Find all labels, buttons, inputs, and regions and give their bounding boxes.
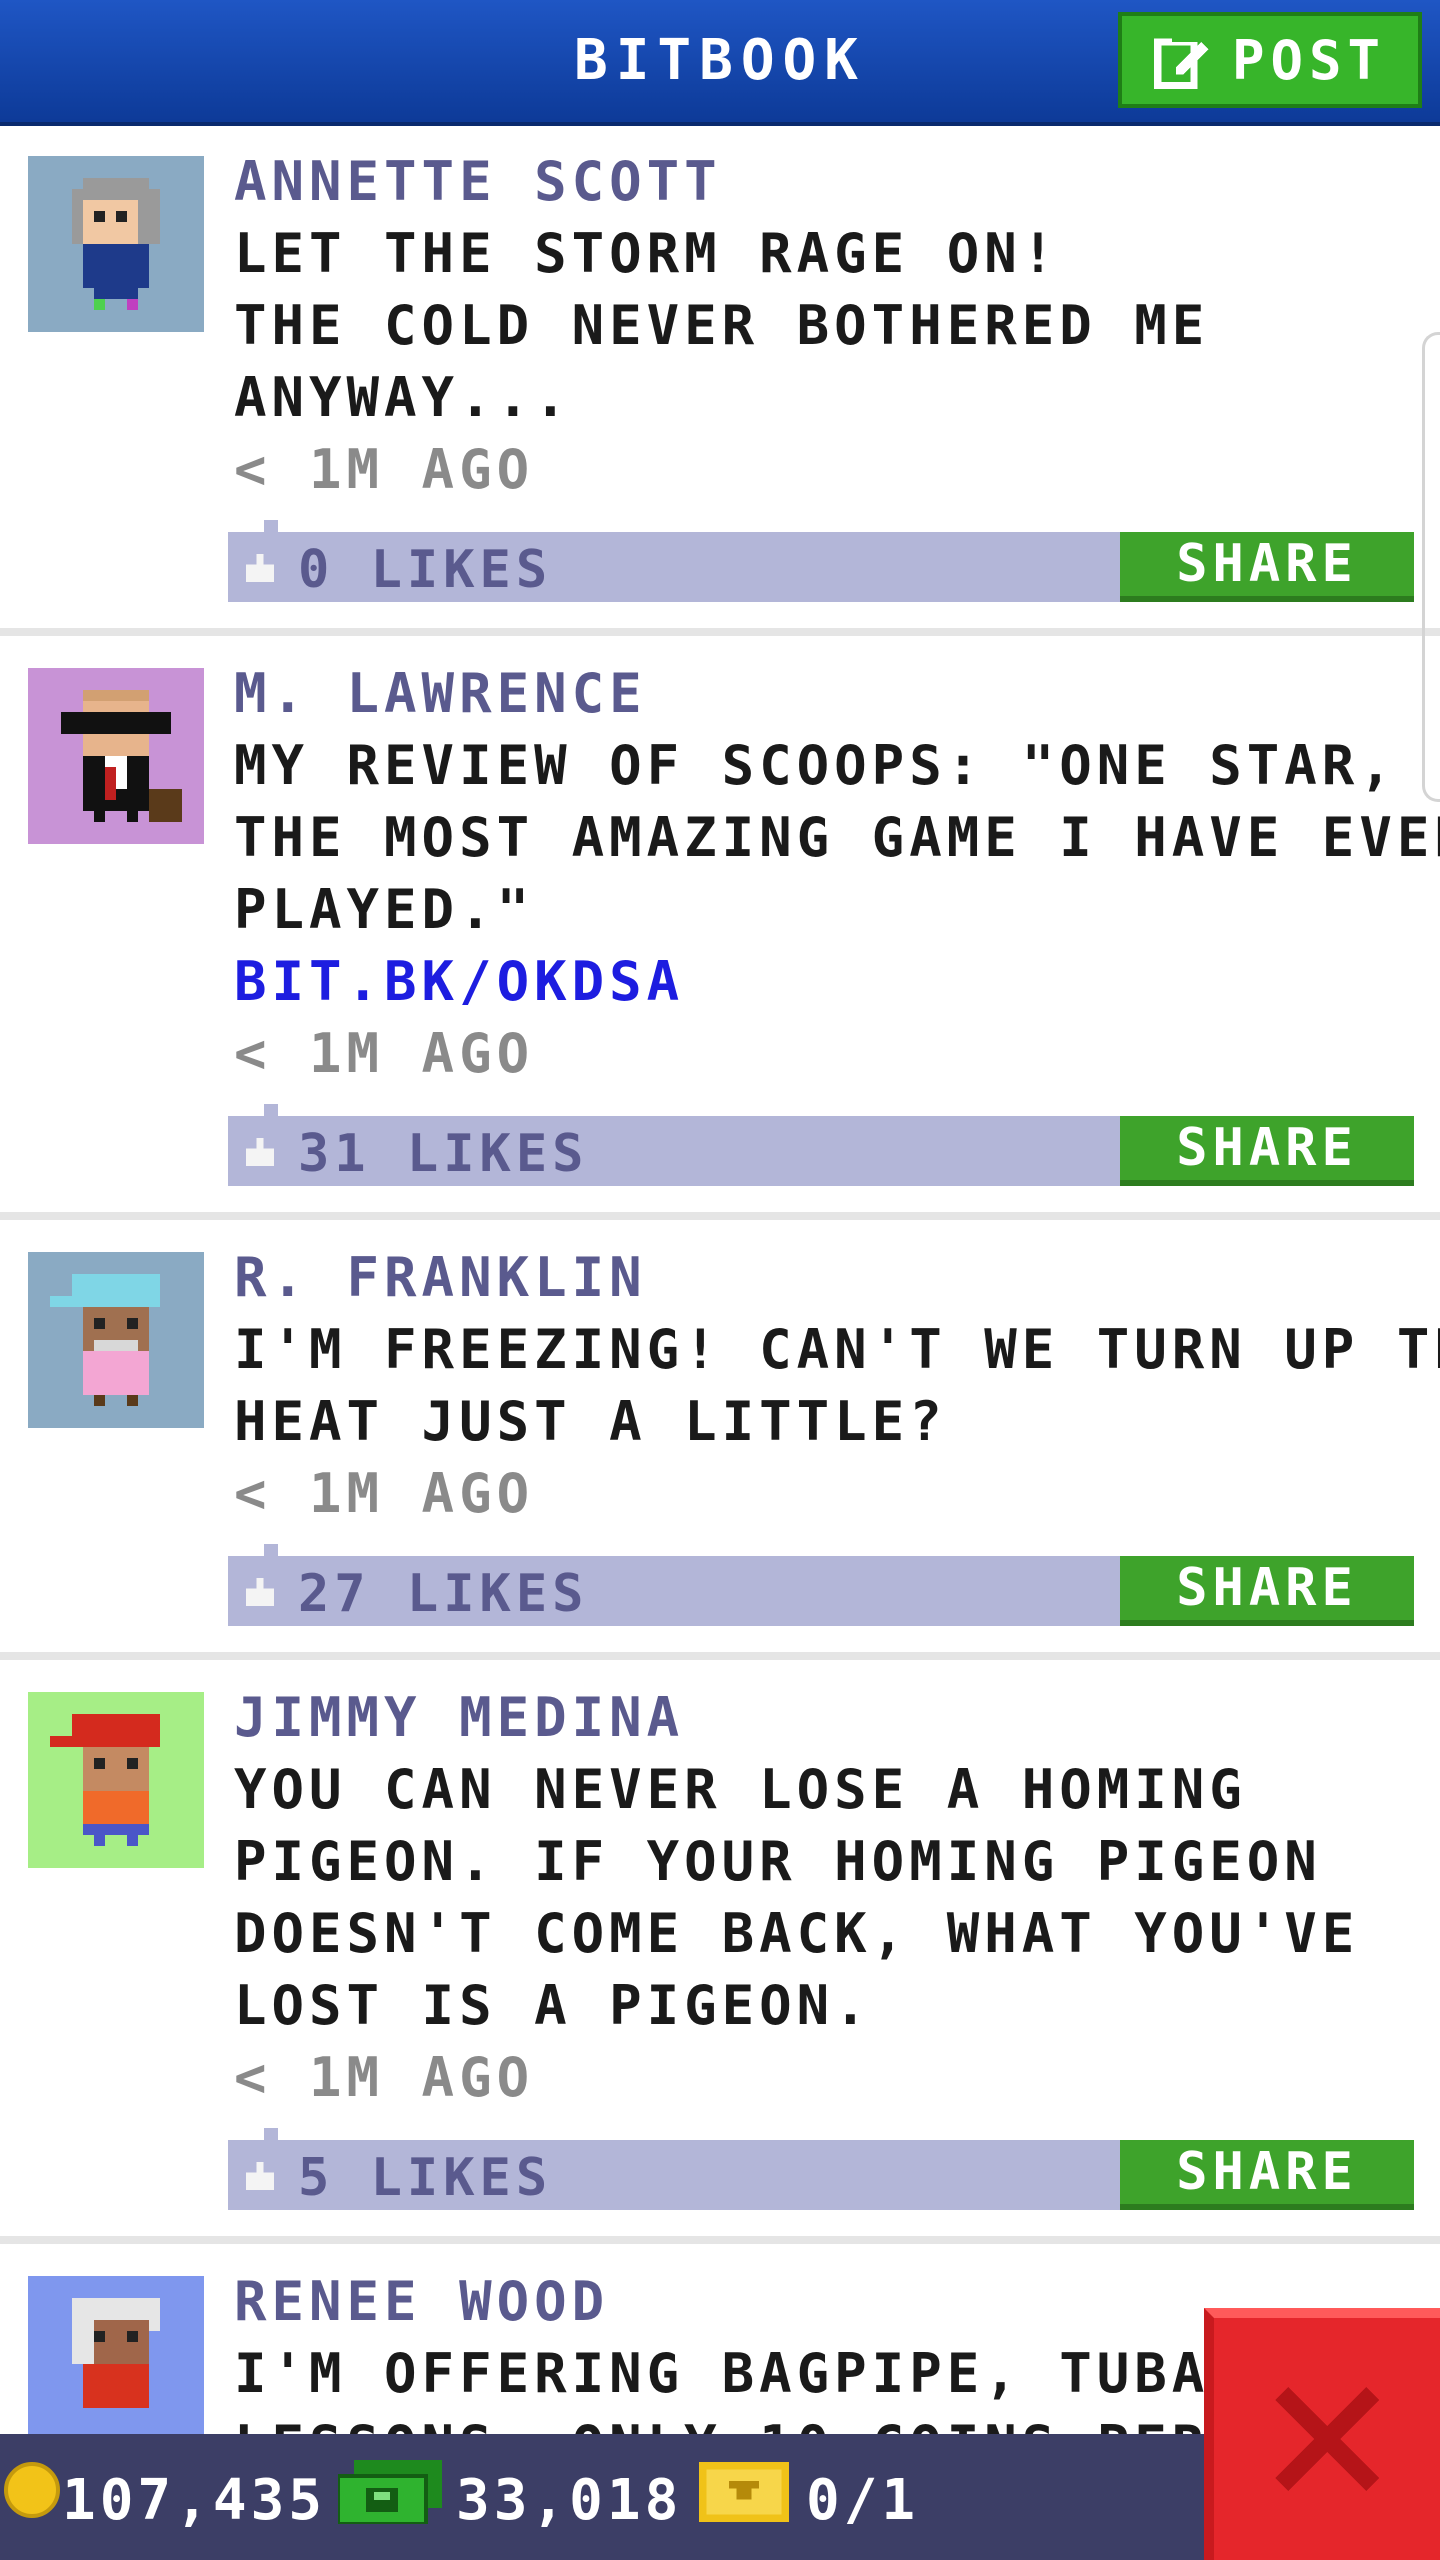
post-button-label: POST (1231, 28, 1387, 92)
post-text-line: MY REVIEW OF SCOOPS: "ONE STAR, (234, 734, 1397, 797)
like-bar-tab (264, 520, 278, 534)
post-timestamp: < 1M AGO (234, 1022, 535, 1085)
share-button[interactable]: SHARE (1120, 1556, 1414, 1626)
post-timestamp: < 1M AGO (234, 2046, 535, 2109)
avatar-annette-scott (72, 178, 160, 310)
like-icon[interactable] (246, 2162, 274, 2190)
post-divider (0, 1652, 1440, 1660)
bux-count: 33,018 (456, 2468, 683, 2533)
post-text-line: THE MOST AMAZING GAME I HAVE EVER (234, 806, 1440, 869)
like-bar: 31 LIKES SHARE (228, 1104, 1414, 1186)
close-icon (1275, 2387, 1379, 2491)
post-text-line: THE COLD NEVER BOTHERED ME (234, 294, 1210, 357)
post-text-line: PLAYED." (234, 878, 535, 941)
like-bar-tab (264, 1104, 278, 1118)
feed-post: JIMMY MEDINA YOU CAN NEVER LOSE A HOMING… (0, 1660, 1440, 2244)
post-author[interactable]: ANNETTE SCOTT (234, 150, 722, 213)
like-bar-tab (264, 2128, 278, 2142)
likes-count: 27 LIKES (298, 1564, 589, 1624)
post-timestamp: < 1M AGO (234, 1462, 535, 1525)
post-text-line: LET THE STORM RAGE ON! (234, 222, 1060, 285)
cash-icon (338, 2460, 442, 2524)
like-icon[interactable] (246, 1578, 274, 1606)
share-button[interactable]: SHARE (1120, 532, 1414, 602)
coin-icon (4, 2462, 60, 2518)
feed-post: ANNETTE SCOTT LET THE STORM RAGE ON! THE… (0, 126, 1440, 636)
avatar-renee-wood (72, 2298, 160, 2408)
share-button[interactable]: SHARE (1120, 1116, 1414, 1186)
avatar-r-franklin (50, 1274, 160, 1406)
like-icon[interactable] (246, 1138, 274, 1166)
post-text-line: I'M OFFERING BAGPIPE, TUBA AND (234, 2342, 1360, 2405)
avatar[interactable] (28, 1692, 204, 1868)
like-bar-tab (264, 1544, 278, 1558)
like-bar: 27 LIKES SHARE (228, 1544, 1414, 1626)
scroll-indicator[interactable] (1422, 332, 1440, 802)
likes-count: 5 LIKES (298, 2148, 553, 2208)
post-author[interactable]: RENEE WOOD (234, 2270, 609, 2333)
avatar-jimmy-medina (50, 1714, 160, 1846)
like-icon[interactable] (246, 554, 274, 582)
post-text-line: LOST IS A PIGEON. (234, 1974, 872, 2037)
post-edit-icon (1153, 34, 1209, 89)
share-button[interactable]: SHARE (1120, 2140, 1414, 2210)
like-bar: 5 LIKES SHARE (228, 2128, 1414, 2210)
post-author[interactable]: M. LAWRENCE (234, 662, 647, 725)
ticket-icon (699, 2462, 789, 2522)
post-timestamp: < 1M AGO (234, 438, 535, 501)
likes-count: 31 LIKES (298, 1124, 589, 1184)
post-text-line: DOESN'T COME BACK, WHAT YOU'VE (234, 1902, 1360, 1965)
post-text-line: PIGEON. IF YOUR HOMING PIGEON (234, 1830, 1322, 1893)
tickets-count: 0/1 (806, 2468, 920, 2533)
post-text-line: YOU CAN NEVER LOSE A HOMING (234, 1758, 1247, 1821)
feed-post: R. FRANKLIN I'M FREEZING! CAN'T WE TURN … (0, 1220, 1440, 1660)
post-text-line: ANYWAY... (234, 366, 572, 429)
likes-count: 0 LIKES (298, 540, 553, 600)
post-author[interactable]: R. FRANKLIN (234, 1246, 647, 1309)
post-text-line: HEAT JUST A LITTLE? (234, 1390, 947, 1453)
avatar-m-lawrence (61, 690, 182, 822)
avatar[interactable] (28, 668, 204, 844)
post-link[interactable]: BIT.BK/OKDSA (234, 950, 684, 1013)
like-bar: 0 LIKES SHARE (228, 520, 1414, 602)
post-divider (0, 628, 1440, 636)
header-bar: BITBOOK POST (0, 0, 1440, 126)
avatar[interactable] (28, 156, 204, 332)
post-text-line: I'M FREEZING! CAN'T WE TURN UP THE (234, 1318, 1440, 1381)
post-divider (0, 1212, 1440, 1220)
close-button[interactable] (1204, 2308, 1440, 2560)
post-button[interactable]: POST (1118, 12, 1422, 108)
feed-post: M. LAWRENCE MY REVIEW OF SCOOPS: "ONE ST… (0, 636, 1440, 1220)
post-divider (0, 2236, 1440, 2244)
post-text-line: LESSONS. ONLY 10 COINS PER (234, 2414, 1209, 2434)
post-author[interactable]: JIMMY MEDINA (234, 1686, 684, 1749)
coins-count: 107,435 (62, 2468, 327, 2533)
avatar[interactable] (28, 1252, 204, 1428)
avatar[interactable] (28, 2276, 204, 2434)
